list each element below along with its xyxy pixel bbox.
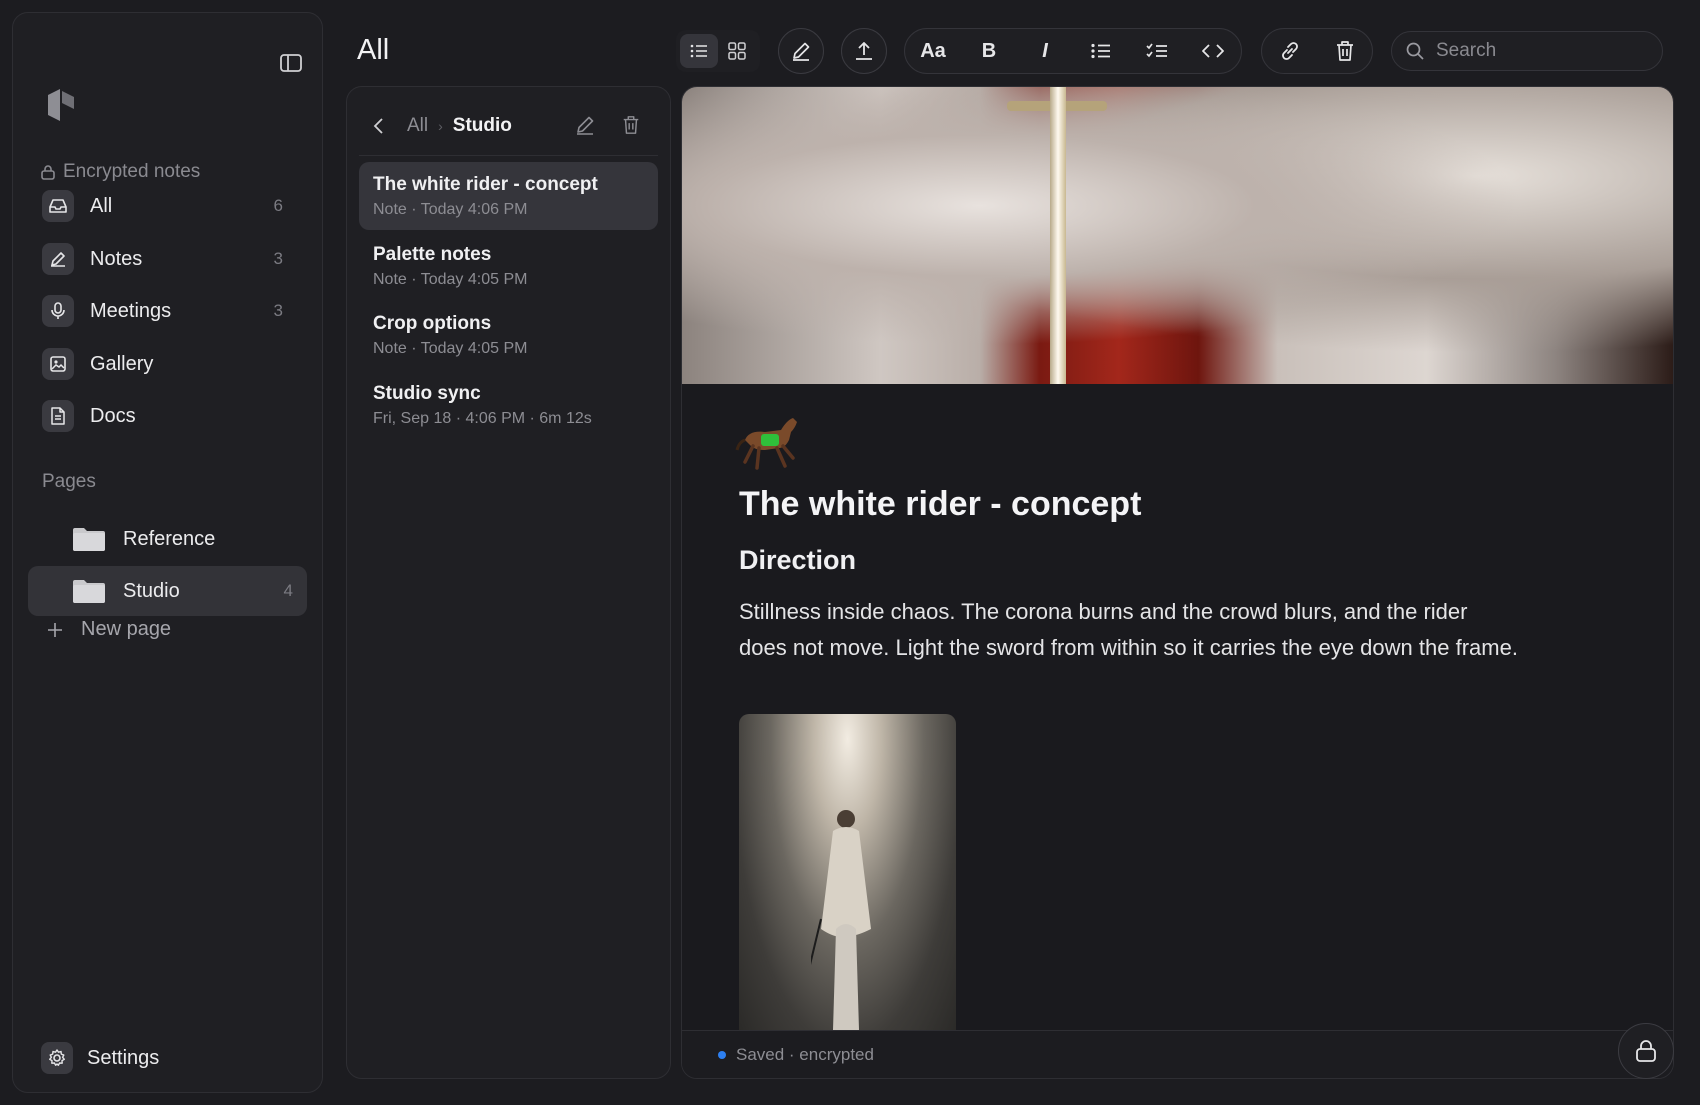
cover-sword: [1050, 87, 1066, 384]
status-dot: [718, 1051, 726, 1059]
inline-image[interactable]: [739, 714, 956, 1030]
pages-section-label: Pages: [42, 471, 96, 492]
page-title: All: [357, 34, 390, 66]
settings-button[interactable]: Settings: [41, 1042, 159, 1074]
link-icon: [1279, 40, 1301, 62]
editor-status-bar: Saved · encrypted: [682, 1030, 1673, 1078]
note-editor: The white rider - concept Direction Stil…: [681, 86, 1674, 1079]
lock-icon: [1635, 1039, 1657, 1063]
delete-page-button[interactable]: [622, 115, 640, 135]
breadcrumb-separator: ›: [438, 118, 443, 134]
inbox-icon: [42, 190, 74, 222]
folder-icon: [73, 578, 107, 604]
checklist-icon: [1146, 43, 1168, 59]
sidebar-item-gallery[interactable]: Gallery: [28, 339, 307, 389]
note-list-item[interactable]: The white rider - concept Note · Today 4…: [359, 162, 658, 230]
rider-figure: [811, 810, 871, 1030]
back-icon[interactable]: [373, 117, 385, 135]
sidebar: Encrypted notes All 6 Notes 3 Meetings 3…: [12, 12, 323, 1093]
breadcrumb-all[interactable]: All: [407, 115, 428, 137]
folder-icon: [73, 526, 107, 552]
gear-icon: [41, 1042, 73, 1074]
code-icon: [1202, 43, 1224, 59]
bullet-list-button[interactable]: [1073, 29, 1129, 73]
pencil-icon: [575, 115, 595, 135]
pencil-icon: [791, 41, 811, 61]
note-title[interactable]: The white rider - concept: [739, 485, 1141, 524]
image-icon: [42, 348, 74, 380]
note-list-item[interactable]: Palette notes Note · Today 4:05 PM: [359, 232, 658, 300]
list-view-button[interactable]: [680, 34, 718, 68]
trash-icon: [622, 115, 640, 135]
formatting-toolbar: Aa B I: [904, 28, 1242, 74]
trash-icon: [1336, 40, 1354, 62]
horse-emoji-icon[interactable]: [735, 410, 803, 474]
pencil-icon: [42, 243, 74, 275]
save-status: Saved · encrypted: [718, 1045, 874, 1065]
breadcrumb-current: Studio: [452, 115, 512, 136]
document-icon: [42, 400, 74, 432]
encrypted-notes-label: Encrypted notes: [41, 161, 200, 183]
sidebar-toggle-icon[interactable]: [277, 49, 305, 77]
lock-icon: [41, 164, 55, 180]
page-item-studio[interactable]: Studio 4: [28, 566, 307, 616]
rename-page-button[interactable]: [575, 115, 595, 135]
grid-view-button[interactable]: [718, 34, 756, 68]
sidebar-item-meetings[interactable]: Meetings 3: [28, 286, 307, 336]
note-list-item[interactable]: Studio sync Fri, Sep 18 · 4:06 PM · 6m 1…: [359, 371, 658, 439]
new-note-button[interactable]: [778, 28, 824, 74]
code-button[interactable]: [1185, 29, 1241, 73]
text-style-button[interactable]: Aa: [905, 29, 961, 73]
bullet-list-icon: [1091, 43, 1111, 59]
new-page-button[interactable]: New page: [47, 618, 171, 641]
search-input[interactable]: [1436, 40, 1636, 62]
view-mode-toggle: [676, 30, 760, 72]
bold-button[interactable]: B: [961, 29, 1017, 73]
list-icon: [690, 43, 708, 59]
app-window: Encrypted notes All 6 Notes 3 Meetings 3…: [0, 0, 1700, 1105]
plus-icon: [47, 622, 63, 638]
search-icon: [1406, 42, 1424, 60]
checklist-button[interactable]: [1129, 29, 1185, 73]
grid-icon: [728, 42, 746, 60]
note-heading[interactable]: Direction: [739, 545, 856, 576]
link-button[interactable]: [1262, 29, 1317, 73]
cover-image[interactable]: [682, 87, 1673, 384]
note-list-panel: All › Studio The white rider - concept N…: [346, 86, 671, 1079]
divider: [359, 155, 658, 156]
microphone-icon: [42, 295, 74, 327]
page-item-reference[interactable]: Reference: [28, 514, 307, 564]
sidebar-item-notes[interactable]: Notes 3: [28, 234, 307, 284]
export-button[interactable]: [841, 28, 887, 74]
sidebar-item-docs[interactable]: Docs: [28, 391, 307, 441]
note-actions-toolbar: [1261, 28, 1373, 74]
breadcrumb: All › Studio: [373, 115, 512, 137]
sidebar-item-all[interactable]: All 6: [28, 181, 307, 231]
search-bar[interactable]: [1391, 31, 1663, 71]
lock-button[interactable]: [1618, 1023, 1674, 1079]
upload-icon: [855, 41, 873, 61]
note-list-item[interactable]: Crop options Note · Today 4:05 PM: [359, 301, 658, 369]
app-logo: [37, 81, 85, 129]
note-paragraph[interactable]: Stillness inside chaos. The corona burns…: [739, 594, 1519, 666]
delete-note-button[interactable]: [1317, 29, 1372, 73]
italic-button[interactable]: I: [1017, 29, 1073, 73]
